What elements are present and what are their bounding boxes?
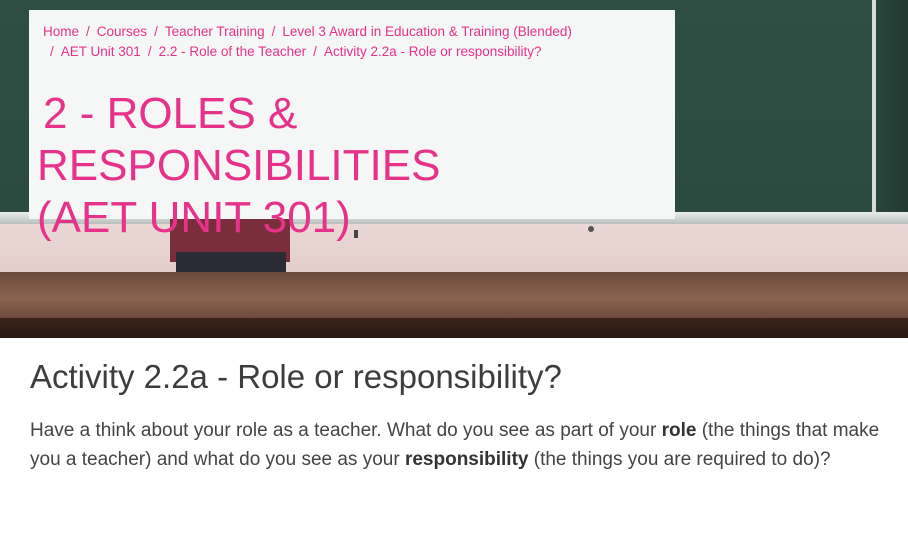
breadcrumb-aet-unit-301-link[interactable]: AET Unit 301 <box>61 44 141 59</box>
activity-content: Activity 2.2a - Role or responsibility? … <box>30 354 880 474</box>
activity-text: (the things you are required to do)? <box>528 449 831 470</box>
page-title: 2 - ROLES & RESPONSIBILITIES (AET UNIT 3… <box>37 88 677 244</box>
activity-text: Have a think about your role as a teache… <box>30 420 662 441</box>
breadcrumb-home-link[interactable]: Home <box>43 24 79 39</box>
breadcrumb-level3-award-link[interactable]: Level 3 Award in Education & Training (B… <box>282 24 571 39</box>
activity-description: Have a think about your role as a teache… <box>30 416 880 474</box>
breadcrumb-separator: / <box>271 24 276 39</box>
breadcrumb-courses-link[interactable]: Courses <box>97 24 147 39</box>
activity-bold-responsibility: responsibility <box>404 449 529 470</box>
student-pants <box>176 252 286 274</box>
breadcrumb-teacher-training-link[interactable]: Teacher Training <box>165 24 265 39</box>
breadcrumb: Home / Courses / Teacher Training / Level 3 Aw… <box>43 22 673 62</box>
breadcrumb-role-of-teacher-link[interactable]: 2.2 - Role of the Teacher <box>159 44 307 59</box>
breadcrumb-separator: / <box>50 44 54 59</box>
chalkboard-frame <box>872 0 908 224</box>
breadcrumb-separator: / <box>147 44 152 59</box>
breadcrumb-separator: / <box>313 44 317 59</box>
page-title-line2: (AET UNIT 301) <box>37 193 351 242</box>
title-panel: Home / Courses / Teacher Training / Level 3 Aw… <box>29 10 675 242</box>
activity-bold-role: role <box>661 420 697 441</box>
breadcrumb-current-activity-link[interactable]: Activity 2.2a - Role or responsibility? <box>324 44 542 59</box>
activity-heading: Activity 2.2a - Role or responsibility? <box>30 358 562 395</box>
page-title-line1: 2 - ROLES & RESPONSIBILITIES <box>37 89 441 190</box>
desk-edge <box>0 318 908 338</box>
breadcrumb-separator: / <box>86 24 90 39</box>
breadcrumb-separator: / <box>154 24 158 39</box>
